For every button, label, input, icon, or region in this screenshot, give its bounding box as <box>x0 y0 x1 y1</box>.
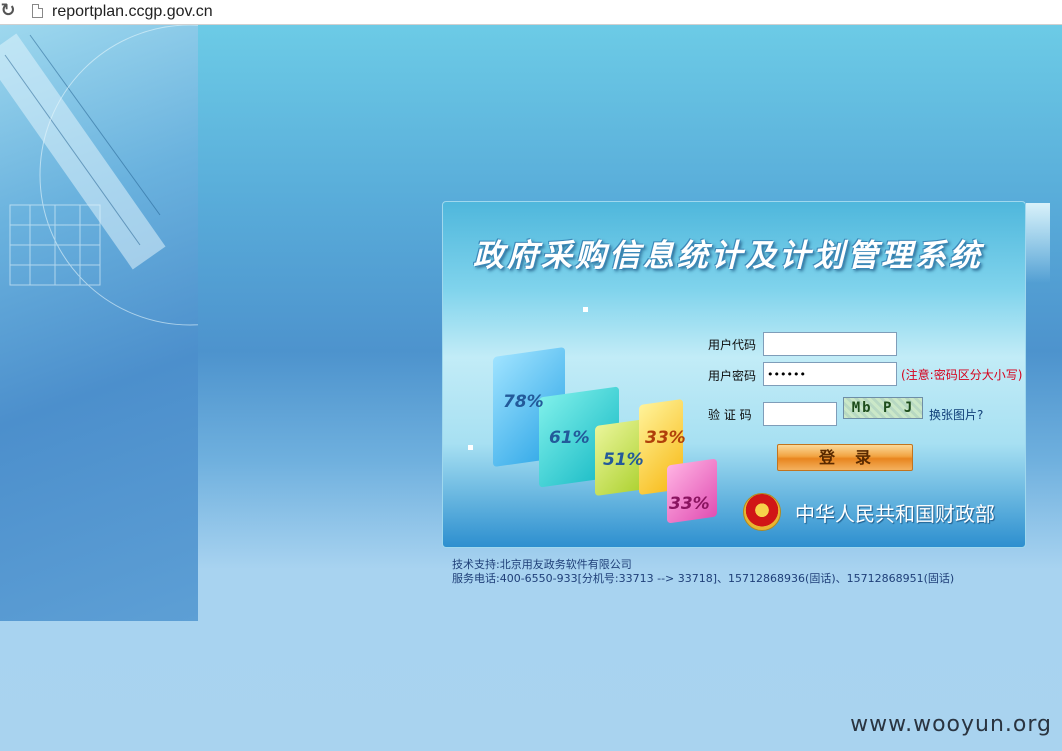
user-code-label: 用户代码 <box>708 338 757 352</box>
password-label: 用户密码 <box>708 369 757 383</box>
captcha-input[interactable] <box>763 402 837 426</box>
sparkle-dot <box>583 307 588 312</box>
chart-label-4: 33% <box>645 428 686 448</box>
system-title: 政府采购信息统计及计划管理系统 <box>473 238 983 274</box>
national-emblem-icon <box>743 493 781 531</box>
ministry-brand: 中华人民共和国财政部 <box>743 492 995 532</box>
login-panel-edge <box>1026 203 1050 283</box>
watermark: www.wooyun.org <box>850 712 1052 737</box>
chart-label-5: 33% <box>669 494 710 514</box>
browser-address-bar: ↻ reportplan.ccgp.gov.cn <box>0 0 1062 25</box>
chart-label-1: 78% <box>503 392 544 412</box>
login-button[interactable]: 登录 <box>777 444 913 471</box>
page-icon <box>32 4 43 18</box>
refresh-captcha-link[interactable]: 换张图片? <box>929 406 983 423</box>
login-panel: 政府采购信息统计及计划管理系统 78% 61% 51% 33% 33% 用户代码… <box>442 201 1026 548</box>
captcha-image[interactable]: Mb P J <box>843 397 923 419</box>
url-text[interactable]: reportplan.ccgp.gov.cn <box>52 2 213 21</box>
left-decorative-panel <box>0 25 198 621</box>
reload-icon[interactable]: ↻ <box>0 1 16 21</box>
user-code-input[interactable] <box>763 332 897 356</box>
ministry-name: 中华人民共和国财政部 <box>795 501 995 526</box>
service-phone-text: 服务电话:400-6550-933[分机号:33713 --> 33718]、1… <box>452 572 955 585</box>
ruler-artwork <box>0 25 198 326</box>
sparkle-dot <box>468 445 473 450</box>
chart-label-3: 51% <box>603 450 644 470</box>
password-input[interactable] <box>763 362 897 386</box>
password-case-note: (注意:密码区分大小写) <box>901 368 1023 382</box>
captcha-label: 验 证 码 <box>708 408 752 422</box>
chart-label-2: 61% <box>549 428 590 448</box>
